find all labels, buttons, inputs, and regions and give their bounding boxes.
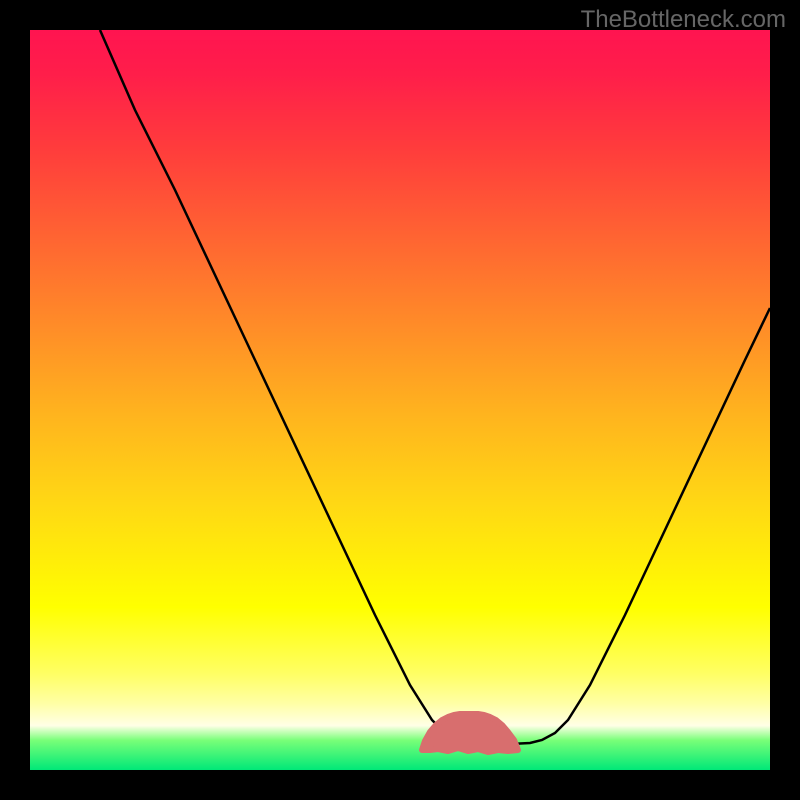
- chart-svg: [30, 30, 770, 770]
- trough-blob: [422, 714, 518, 752]
- bottleneck-curve: [100, 30, 770, 744]
- watermark-text: TheBottleneck.com: [581, 6, 786, 34]
- plot-area: [30, 30, 770, 770]
